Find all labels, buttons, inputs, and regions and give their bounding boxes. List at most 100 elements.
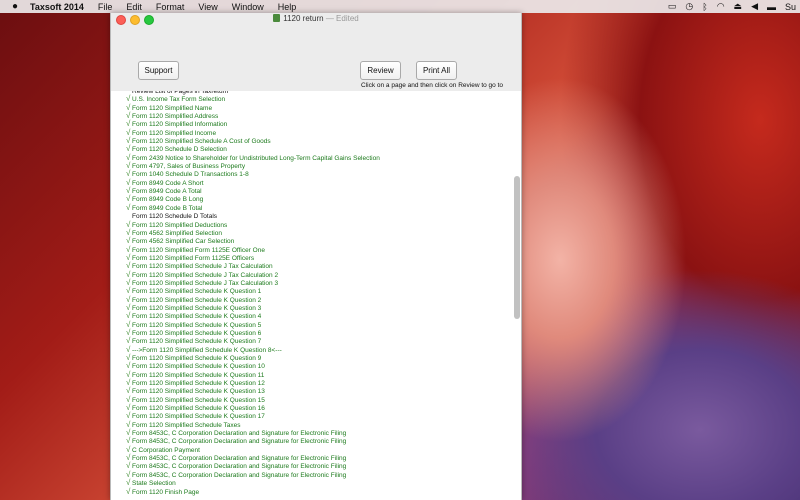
list-item-label: Form 1120 Simplified Deductions	[132, 221, 228, 229]
list-item[interactable]: √ Form 8949 Code B Total	[126, 203, 380, 213]
list-item-label: Form 1120 Simplified Schedule K Question…	[132, 338, 262, 346]
list-item[interactable]: √ Form 1120 Simplified Schedule K Questio…	[126, 387, 380, 396]
list-item[interactable]: √ Form 8453C, C Corporation Declaration a…	[126, 437, 380, 446]
menu-bar: ● Taxsoft 2014 File Edit Format View Win…	[0, 0, 800, 13]
list-item[interactable]: √ Form 1120 Simplified Schedule K Questio…	[126, 378, 380, 388]
scrollbar[interactable]	[514, 176, 520, 319]
list-item[interactable]: √ Form 1120 Simplified Schedule K Questio…	[126, 286, 380, 296]
list-item-label: Form 2439 Notice to Shareholder for Undi…	[132, 154, 380, 162]
list-item[interactable]: √ Form 1120 Schedule D Selection	[126, 145, 380, 154]
list-item[interactable]: √ Form 4797, Sales of Business Property	[126, 161, 380, 171]
list-item[interactable]: √ Form 1120 Simplified Schedule K Questio…	[126, 370, 380, 380]
list-item[interactable]: √ Form 8453C, C Corporation Declaration a…	[126, 453, 380, 463]
list-item-label: Form 1120 Simplified Schedule J Tax Calc…	[132, 279, 279, 287]
bluetooth-icon[interactable]: ᛒ	[702, 2, 707, 12]
menu-edit[interactable]: Edit	[126, 2, 142, 12]
list-item[interactable]: √ U.S. Income Tax Form Selection	[126, 94, 380, 104]
list-item[interactable]: Form 1120 Schedule D Totals	[126, 213, 380, 221]
list-item[interactable]: √ Form 4562 Simplified Car Selection	[126, 236, 380, 246]
list-item[interactable]: √ Form 1120 Simplified Name	[126, 103, 380, 113]
menu-view[interactable]: View	[198, 2, 217, 12]
list-item[interactable]: √ Form 1120 Simplified Information	[126, 120, 380, 129]
window-title: 1120 return — Edited	[111, 14, 521, 23]
list-item-label: Form 1120 Simplified Information	[132, 121, 228, 129]
list-item[interactable]: √ Form 1120 Simplified Schedule K Questio…	[126, 311, 380, 321]
list-item-label: Form 1120 Simplified Schedule K Question…	[132, 396, 265, 404]
review-button[interactable]: Review	[360, 61, 401, 80]
battery-icon[interactable]: ▬	[767, 2, 776, 12]
list-item[interactable]: √ Form 1120 Simplified Schedule K Questio…	[126, 328, 380, 338]
list-item[interactable]: √ Form 8453C, C Corporation Declaration a…	[126, 428, 380, 438]
wifi-icon[interactable]: ◠	[717, 1, 725, 12]
list-item[interactable]: √ Form 1120 Simplified Schedule K Questio…	[126, 412, 380, 421]
list-item[interactable]: √ Form 1120 Simplified Address	[126, 111, 380, 121]
menu-format[interactable]: Format	[156, 2, 185, 12]
list-item[interactable]: √ Form 1120 Simplified Schedule K Questio…	[126, 395, 380, 405]
list-item[interactable]: √ Form 1120 Simplified Schedule J Tax Cal…	[126, 261, 380, 271]
list-item-label: Form 1120 Simplified Schedule K Question…	[132, 413, 265, 421]
list-item[interactable]: √ Form 2439 Notice to Shareholder for Und…	[126, 153, 380, 163]
list-item[interactable]: √ Form 1040 Schedule D Transactions 1-8	[126, 170, 380, 179]
checkmark-icon: √	[126, 486, 131, 496]
menu-help[interactable]: Help	[278, 2, 297, 12]
list-item[interactable]: √ Form 8949 Code A Total	[126, 186, 380, 196]
list-item[interactable]: √ Form 1120 Simplified Form 1125E Officer…	[126, 245, 380, 255]
list-item-label: Form 1120 Simplified Schedule K Question…	[132, 288, 262, 296]
list-item-label: Form 8949 Code B Total	[132, 204, 203, 212]
list-item-label: Form 1120 Finish Page	[132, 488, 200, 496]
list-item-label: Form 1120 Simplified Schedule J Tax Calc…	[132, 263, 273, 271]
list-item[interactable]: √ Form 1120 Simplified Schedule Taxes	[126, 420, 380, 430]
list-item[interactable]: √ Form 1120 Simplified Deductions	[126, 220, 380, 230]
list-item[interactable]: √ Form 1120 Simplified Schedule K Questio…	[126, 336, 380, 346]
list-item[interactable]: √ Form 1120 Finish Page	[126, 486, 380, 497]
list-item[interactable]: √ Form 4562 Simplified Selection	[126, 228, 380, 238]
title-bar[interactable]: 1120 return — Edited	[111, 13, 521, 25]
list-item[interactable]: √ Form 8453C, C Corporation Declaration a…	[126, 470, 380, 480]
list-item-label: Form 1120 Schedule D Totals	[132, 213, 218, 221]
print-all-button[interactable]: Print All	[416, 61, 457, 80]
list-item[interactable]: √ Form 1120 Simplified Schedule K Questio…	[126, 403, 380, 413]
list-item[interactable]: √ Form 8949 Code A Short	[126, 178, 380, 188]
list-item[interactable]: √ Form 1120 Simplified Schedule K Questio…	[126, 320, 380, 330]
list-item[interactable]: √ Form 1120 Simplified Schedule J Tax Cal…	[126, 278, 380, 288]
menu-app-name[interactable]: Taxsoft 2014	[30, 2, 84, 12]
list-item-label: Form 1120 Simplified Schedule K Question…	[132, 371, 265, 379]
list-item[interactable]: √ Form 1120 Simplified Schedule K Questio…	[126, 361, 380, 371]
list-item[interactable]: √ Form 1120 Simplified Schedule K Questio…	[126, 295, 380, 305]
list-item-label: Form 8453C, C Corporation Declaration an…	[132, 463, 347, 471]
menu-clock-truncated[interactable]: Su	[785, 2, 796, 12]
list-item[interactable]: √ Form 1120 Simplified Schedule J Tax Cal…	[126, 270, 380, 280]
list-item-label: Form 4797, Sales of Business Property	[132, 163, 246, 171]
list-item[interactable]: √ --->Form 1120 Simplified Schedule K Que…	[126, 345, 380, 355]
list-item[interactable]: √ Form 1120 Simplified Schedule K Questio…	[126, 303, 380, 313]
menu-file[interactable]: File	[98, 2, 113, 12]
airplay-icon[interactable]: ▭	[668, 1, 677, 12]
window-title-text: 1120 return	[283, 14, 324, 23]
list-item-label: U.S. Income Tax Form Selection	[132, 96, 226, 104]
list-item-label: Form 1120 Simplified Income	[132, 129, 217, 137]
support-button[interactable]: Support	[138, 61, 179, 80]
list-item-label: Form 1120 Simplified Name	[132, 104, 213, 112]
list-item[interactable]: √ State Selection	[126, 478, 380, 488]
document-icon	[273, 14, 281, 22]
list-item-label: Form 4562 Simplified Car Selection	[132, 238, 235, 246]
list-item[interactable]: √ Form 1120 Simplified Income	[126, 128, 380, 138]
list-item-label: Form 1120 Simplified Schedule K Question…	[132, 388, 265, 396]
list-item-label: Review List of Pages in Taxreturn	[132, 91, 229, 95]
list-item[interactable]: √ Form 8453C, C Corporation Declaration a…	[126, 462, 380, 471]
page-list-area[interactable]: Review List of Pages in Taxreturn √ U.S. I…	[111, 91, 521, 500]
volume-icon[interactable]: ◀	[751, 1, 758, 12]
list-item-label: Form 1120 Simplified Schedule K Question…	[132, 405, 265, 413]
time-machine-icon[interactable]: ◷	[685, 1, 693, 12]
edited-status: Edited	[336, 14, 359, 23]
list-item[interactable]: √ Form 1120 Simplified Form 1125E Officer…	[126, 253, 380, 263]
list-item[interactable]: √ C Corporation Payment	[126, 445, 380, 455]
apple-menu-icon[interactable]: ●	[0, 1, 30, 12]
list-item[interactable]: √ Form 1120 Simplified Schedule K Questio…	[126, 353, 380, 363]
list-item-label: --->Form 1120 Simplified Schedule K Ques…	[132, 346, 282, 354]
list-item-label: Form 8453C, C Corporation Declaration an…	[132, 455, 347, 463]
list-item[interactable]: √ Form 8949 Code B Long	[126, 195, 380, 204]
eject-icon[interactable]: ⏏	[734, 1, 743, 12]
list-item[interactable]: √ Form 1120 Simplified Schedule A Cost of…	[126, 136, 380, 146]
menu-window[interactable]: Window	[232, 2, 264, 12]
